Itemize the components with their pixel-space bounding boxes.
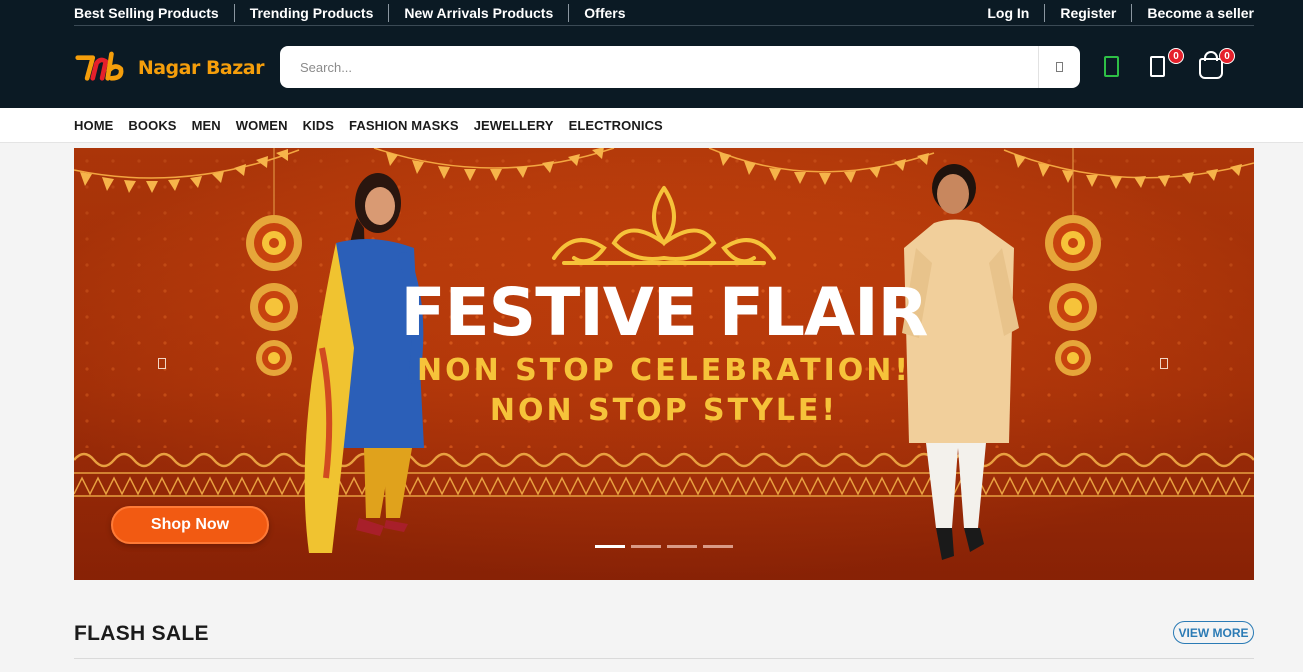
shop-now-button[interactable]: Shop Now [111, 506, 269, 544]
flash-sale-title: FLASH SALE [74, 622, 209, 645]
nav-men[interactable]: MEN [192, 118, 221, 133]
carousel-dot[interactable] [631, 545, 661, 548]
view-more-button[interactable]: VIEW MORE [1173, 621, 1254, 644]
register-link[interactable]: Register [1044, 3, 1131, 22]
trending-link[interactable]: Trending Products [233, 3, 389, 22]
nav-women[interactable]: WOMEN [236, 118, 288, 133]
banner-line-2: NON STOP STYLE! [490, 393, 838, 428]
search-icon [1056, 62, 1063, 72]
banner-line-1: NON STOP CELEBRATION! [417, 353, 911, 388]
nav-books[interactable]: BOOKS [128, 118, 176, 133]
site-logo[interactable]: Nagar Bazar [74, 48, 265, 88]
top-header: Best Selling Products Trending Products … [0, 0, 1303, 108]
search-bar [280, 46, 1080, 88]
carousel-dots [595, 545, 739, 548]
nav-electronics[interactable]: ELECTRONICS [569, 118, 663, 133]
banner-headline: FESTIVE FLAIR [400, 274, 927, 351]
carousel-dot[interactable] [703, 545, 733, 548]
logo-text: Nagar Bazar [137, 57, 265, 79]
login-link[interactable]: Log In [987, 4, 1044, 22]
nav-fashion-masks[interactable]: FASHION MASKS [349, 118, 459, 133]
wishlist-count-badge: 0 [1168, 48, 1184, 64]
become-seller-link[interactable]: Become a seller [1131, 3, 1254, 22]
cart-count-badge: 0 [1219, 48, 1235, 64]
nav-jewellery[interactable]: JEWELLERY [474, 118, 554, 133]
offers-link[interactable]: Offers [568, 3, 640, 22]
logo-mark-icon [75, 51, 124, 81]
top-links-bar: Best Selling Products Trending Products … [74, 0, 1254, 26]
category-nav: HOME BOOKS MEN WOMEN KIDS FASHION MASKS … [0, 108, 1303, 143]
section-divider [74, 658, 1254, 659]
search-button[interactable] [1038, 46, 1080, 88]
nav-kids[interactable]: KIDS [303, 118, 334, 133]
nav-home[interactable]: HOME [74, 118, 113, 133]
banner-prev-arrow-icon[interactable] [158, 358, 166, 369]
wishlist-icon[interactable] [1150, 56, 1165, 77]
banner-next-arrow-icon[interactable] [1160, 358, 1168, 369]
carousel-dot[interactable] [595, 545, 625, 548]
phone-icon[interactable] [1104, 56, 1119, 77]
new-arrivals-link[interactable]: New Arrivals Products [388, 3, 568, 22]
best-selling-link[interactable]: Best Selling Products [74, 4, 234, 22]
top-links-right: Log In Register Become a seller [987, 3, 1254, 22]
search-input[interactable] [280, 46, 1038, 88]
header-icons: 0 0 [1100, 48, 1260, 88]
top-links-left: Best Selling Products Trending Products … [74, 3, 641, 22]
shopping-bag-icon[interactable] [1199, 58, 1223, 79]
carousel-dot[interactable] [667, 545, 697, 548]
